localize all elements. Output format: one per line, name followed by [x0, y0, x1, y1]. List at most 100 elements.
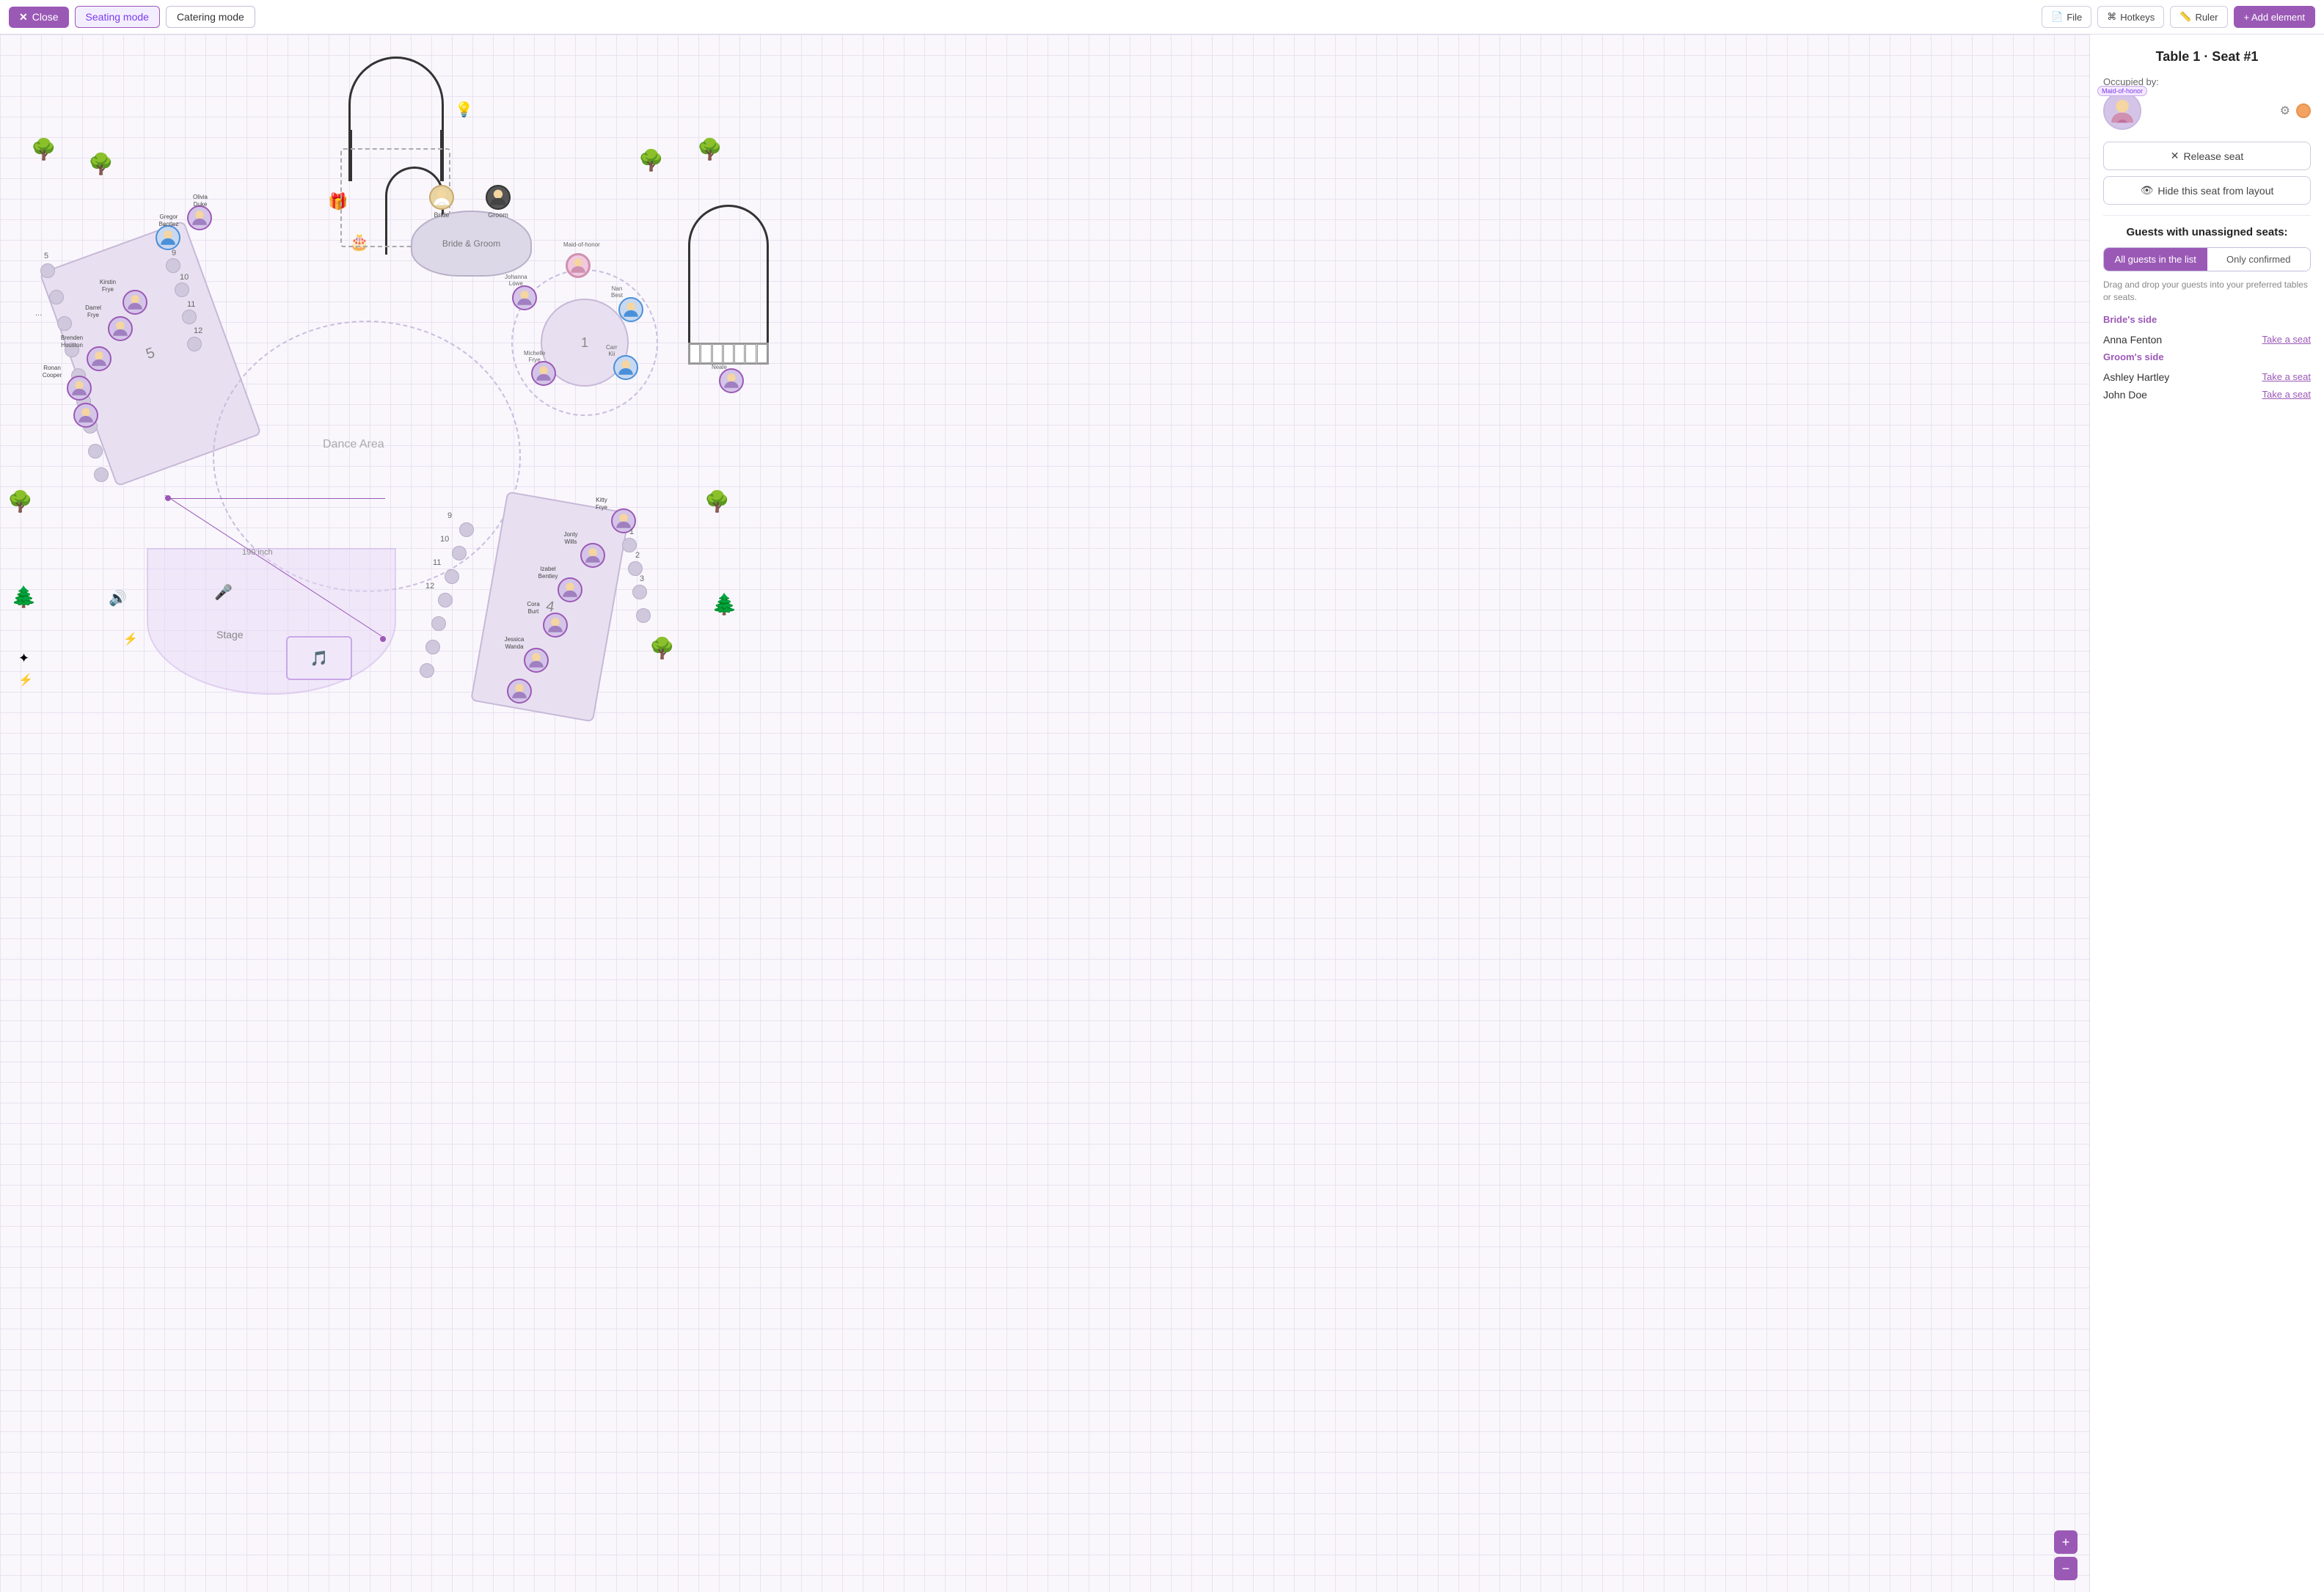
seat-5-9[interactable]	[65, 343, 79, 357]
alice-avatar[interactable]	[719, 368, 744, 393]
seat-4-l4[interactable]	[438, 593, 453, 607]
ronan-label: RonanCooper	[30, 365, 74, 379]
seat-4-l5[interactable]	[431, 616, 446, 631]
anna-take-seat-button[interactable]: Take a seat	[2262, 334, 2312, 345]
close-button[interactable]: ✕ Close	[9, 7, 69, 28]
carr-avatar[interactable]	[613, 355, 638, 380]
hotkeys-button[interactable]: ⌘ Hotkeys	[2097, 6, 2164, 28]
ruler-label: 190 inch	[242, 548, 273, 557]
johanna-avatar[interactable]	[512, 285, 537, 310]
zoom-out-button[interactable]: −	[2054, 1557, 2078, 1580]
tree-icon-4: 🌳	[697, 137, 723, 161]
ruler-button[interactable]: 📏 Ruler	[2170, 6, 2227, 28]
topbar-right-tools: 📄 File ⌘ Hotkeys 📏 Ruler + Add element	[2042, 6, 2315, 28]
hotkeys-icon: ⌘	[2107, 11, 2116, 23]
zoom-controls: + −	[2054, 1530, 2078, 1580]
michelle-avatar[interactable]	[531, 361, 556, 386]
stage-area	[147, 548, 396, 695]
seating-canvas[interactable]: 🌳 🌳 🌳 🌳 🌳 🌲 🌳 🌳 🌲 🎁 💡 🎂 Bride & Groom	[0, 34, 2089, 1592]
bride-label: Bride	[429, 211, 454, 219]
occupied-icons: ⚙	[2280, 103, 2311, 118]
seat-5-14[interactable]	[94, 467, 109, 482]
file-button[interactable]: 📄 File	[2042, 6, 2091, 28]
tree-icon-6: 🌲	[712, 592, 737, 616]
seat-4-r1[interactable]	[622, 538, 637, 552]
add-element-label: + Add element	[2244, 12, 2305, 23]
jessica-avatar[interactable]	[524, 648, 549, 673]
piano-arch	[688, 205, 769, 351]
seat-5-6[interactable]	[40, 263, 55, 278]
anon-avatar-1[interactable]	[73, 403, 98, 428]
bride-groom-table[interactable]: Bride & Groom	[411, 211, 532, 277]
ruler-icon: 📏	[2179, 11, 2191, 23]
izabel-avatar[interactable]	[558, 577, 582, 602]
brides-side-label: Bride's side	[2103, 314, 2311, 325]
nan-avatar[interactable]	[618, 297, 643, 322]
guest-avatar-area: Maid-of-honor	[2103, 92, 2141, 130]
guests-header: Guests with unassigned seats:	[2103, 226, 2311, 238]
catering-mode-button[interactable]: Catering mode	[166, 6, 255, 28]
jonty-avatar[interactable]	[580, 543, 605, 568]
dj-table: 🎵	[286, 636, 352, 680]
tree-icon-1: 🌳	[31, 137, 56, 161]
catering-mode-label: Catering mode	[177, 11, 244, 23]
zigzag-icon: ⚡	[18, 673, 33, 687]
t4-label-l12: 12	[425, 582, 434, 591]
maid-of-honor-avatar[interactable]	[566, 253, 591, 278]
seat-4-r2[interactable]	[628, 561, 643, 576]
groom-label: Groom	[486, 211, 511, 219]
seat-4-l2[interactable]	[452, 546, 467, 561]
bride-area: Bride	[429, 185, 454, 219]
seat-4-l7[interactable]	[420, 663, 434, 678]
seat-5-13[interactable]	[88, 444, 103, 459]
all-guests-tab[interactable]: All guests in the list	[2104, 248, 2207, 271]
ashley-take-seat-button[interactable]: Take a seat	[2262, 371, 2312, 382]
anon-avatar-2[interactable]	[507, 679, 532, 704]
kitty-avatar[interactable]	[611, 508, 636, 533]
seat-5-4[interactable]	[182, 310, 197, 324]
seat-5-3[interactable]	[175, 282, 189, 297]
guest-row-john: John Doe Take a seat	[2103, 386, 2311, 404]
hotkeys-label: Hotkeys	[2120, 12, 2155, 23]
color-dot	[2296, 103, 2311, 118]
release-icon: ✕	[2171, 150, 2179, 162]
kirstin-avatar[interactable]	[123, 290, 147, 315]
ronan-avatar[interactable]	[67, 376, 92, 401]
brenden-avatar[interactable]	[87, 346, 112, 371]
seat-label-adj: ...	[35, 309, 42, 318]
seat-4-l6[interactable]	[425, 640, 440, 654]
mic-stand-icon: 🎤	[214, 583, 233, 602]
seat-4-l1[interactable]	[459, 522, 474, 537]
guest-row-ashley: Ashley Hartley Take a seat	[2103, 368, 2311, 386]
grooms-side-label: Groom's side	[2103, 351, 2311, 362]
guest-row-anna: Anna Fenton Take a seat	[2103, 331, 2311, 348]
hide-seat-button[interactable]: 👁 Hide this seat from layout	[2103, 176, 2311, 205]
seat-5-7[interactable]	[49, 290, 64, 304]
darrel-avatar[interactable]	[108, 316, 133, 341]
groom-avatar	[486, 185, 511, 210]
cora-avatar[interactable]	[543, 613, 568, 638]
seat-4-r3[interactable]	[632, 585, 647, 599]
olivia-avatar[interactable]	[187, 205, 212, 230]
file-label: File	[2067, 12, 2082, 23]
tree-icon-9: 🌲	[11, 585, 37, 609]
release-seat-button[interactable]: ✕ Release seat	[2103, 142, 2311, 170]
seat-5-2[interactable]	[166, 258, 180, 273]
seating-mode-button[interactable]: Seating mode	[75, 6, 160, 28]
occupied-section: Occupied by: Maid-of-honor	[2103, 76, 2311, 130]
only-confirmed-tab[interactable]: Only confirmed	[2207, 248, 2311, 271]
gear-button[interactable]: ⚙	[2280, 103, 2290, 118]
seat-4-r4[interactable]	[636, 608, 651, 623]
zoom-in-button[interactable]: +	[2054, 1530, 2078, 1554]
table-5-label: 5	[144, 344, 157, 362]
maid-badge: Maid-of-honor	[2097, 86, 2147, 96]
seat-5-8[interactable]	[57, 316, 72, 331]
seat-5-5[interactable]	[187, 337, 202, 351]
main-area: 🌳 🌳 🌳 🌳 🌳 🌲 🌳 🌳 🌲 🎁 💡 🎂 Bride & Groom	[0, 34, 2324, 1592]
gregor-avatar[interactable]	[156, 225, 180, 250]
john-take-seat-button[interactable]: Take a seat	[2262, 389, 2312, 400]
add-element-button[interactable]: + Add element	[2234, 6, 2315, 28]
seat-4-l3[interactable]	[445, 569, 459, 584]
t4-label-2: 2	[635, 551, 640, 560]
eye-icon: 👁	[2141, 184, 2154, 197]
